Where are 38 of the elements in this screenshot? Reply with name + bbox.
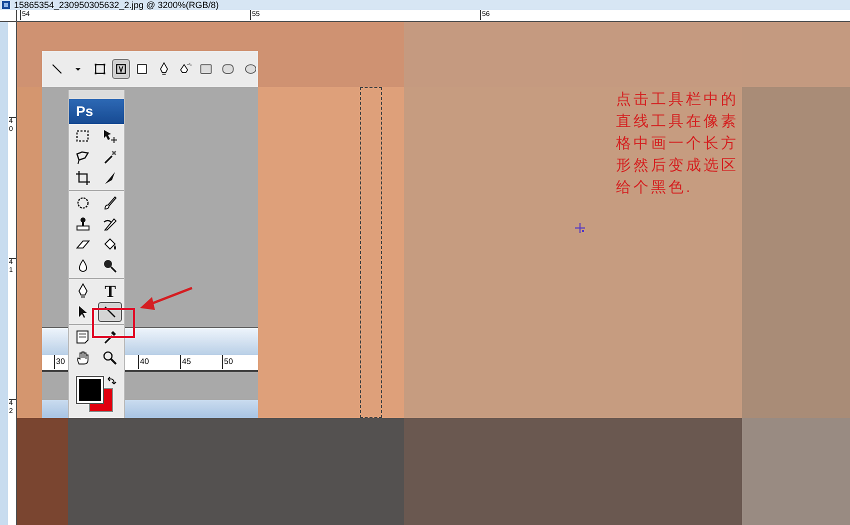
ruler-label: 30 xyxy=(54,355,65,369)
patch-icon xyxy=(74,195,91,211)
crosshair-cursor-icon xyxy=(575,223,586,234)
magic-wand-icon xyxy=(102,149,118,165)
lasso-icon xyxy=(74,149,91,165)
option-button[interactable] xyxy=(112,59,130,79)
ruler-label: 40 xyxy=(138,355,149,369)
sphere-icon xyxy=(102,258,118,274)
tool-button[interactable] xyxy=(98,302,122,322)
square-handles-icon xyxy=(92,62,107,76)
app-logo: Ps xyxy=(69,99,124,124)
hand-icon xyxy=(74,350,91,366)
highlight-box xyxy=(92,308,135,338)
pointer-arrow xyxy=(138,286,194,312)
path-square-icon xyxy=(114,62,128,76)
annotation-text: 点击工具栏中的直线工具在像素格中画一个长方形然后变成选区给个黑色. xyxy=(616,90,740,198)
ruler-label: 45 xyxy=(180,355,191,369)
square-icon xyxy=(135,62,150,76)
panel-grip[interactable] xyxy=(69,90,124,99)
foreground-color-swatch[interactable] xyxy=(77,377,103,403)
app-icon xyxy=(2,1,10,9)
ruler-label: 50 xyxy=(222,355,233,369)
note-icon xyxy=(74,329,91,345)
eyedropper-icon xyxy=(102,329,118,345)
line-icon xyxy=(50,62,64,76)
dashed-rectangle-icon xyxy=(74,128,91,144)
swap-arrows-icon[interactable] xyxy=(107,376,117,386)
move-icon xyxy=(102,128,118,144)
window-title: 15865354_230950305632_2.jpg @ 3200%(RGB/8) xyxy=(14,0,219,10)
brush-icon xyxy=(102,216,118,232)
brush-icon xyxy=(102,195,118,211)
rectangle-icon xyxy=(199,62,214,76)
crop-icon xyxy=(74,170,91,186)
pen-nib-icon xyxy=(178,62,192,76)
magnifier-icon xyxy=(102,350,118,366)
stamp-icon xyxy=(74,216,91,232)
rounded-rectangle-icon xyxy=(220,62,235,76)
tool-button[interactable]: T xyxy=(98,281,122,301)
